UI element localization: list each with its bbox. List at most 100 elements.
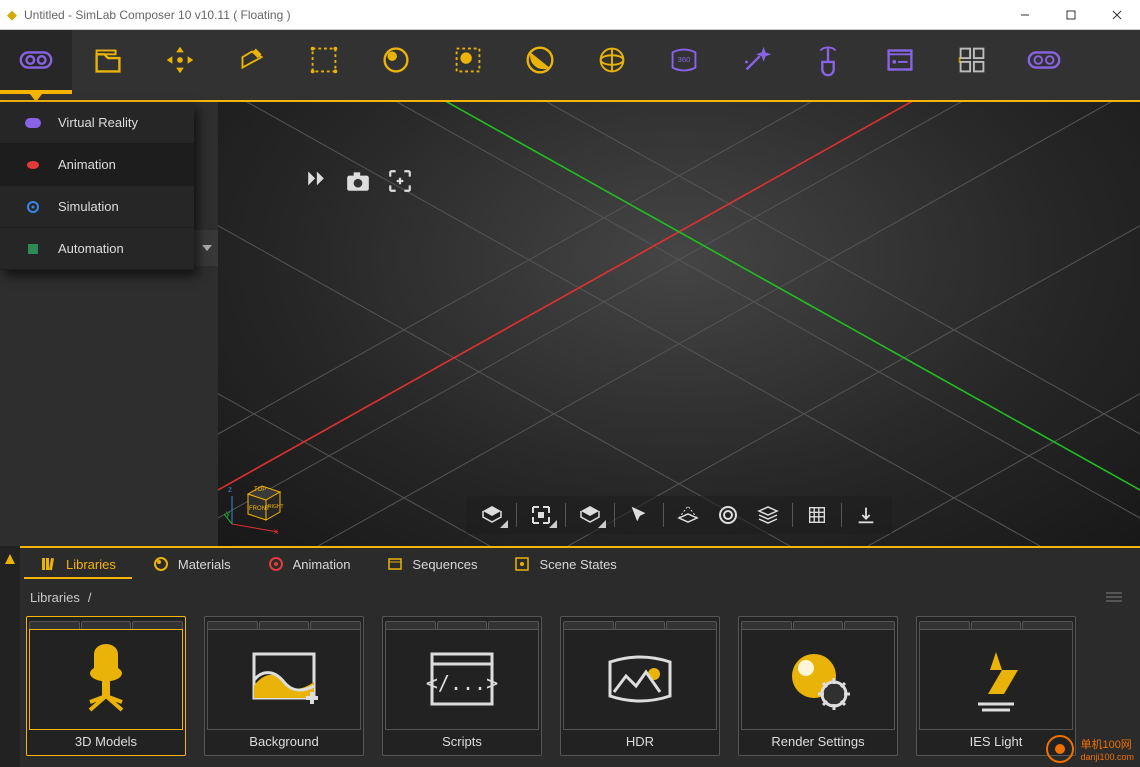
play-button[interactable] (302, 167, 330, 195)
mode-dropdown-indicator[interactable] (0, 90, 72, 102)
scenestates-icon (513, 555, 531, 573)
libraries-icon (40, 555, 58, 573)
tab-animation[interactable]: Animation (251, 551, 367, 579)
layers-button[interactable] (523, 500, 559, 530)
chair-icon (29, 629, 183, 730)
grid-toggle-button[interactable] (799, 500, 835, 530)
view-cube[interactable]: z y x TOP FRONT RIGHT (224, 468, 286, 538)
mode-menu: Virtual Reality Animation Simulation Aut… (0, 102, 194, 270)
mode-menu-label: Virtual Reality (58, 115, 138, 130)
viewport-bottom-tools (466, 496, 892, 534)
file-button[interactable] (72, 30, 144, 90)
tab-label: Scene States (539, 557, 616, 572)
mode-menu-item-simulation[interactable]: Simulation (0, 186, 194, 228)
svg-text:FRONT: FRONT (249, 506, 270, 512)
mode-menu-label: Animation (58, 157, 116, 172)
ground-button[interactable] (848, 500, 884, 530)
chip-icon (24, 240, 42, 258)
card-label: Background (205, 730, 363, 755)
image-icon (207, 629, 361, 730)
card-label: HDR (561, 730, 719, 755)
preview-button[interactable] (1008, 30, 1080, 90)
select-mode-button[interactable] (621, 500, 657, 530)
vr-icon (24, 114, 42, 132)
titlebar: ◆ Untitled - SimLab Composer 10 v10.11 (… (0, 0, 1140, 30)
watermark-line2: danji100.com (1080, 752, 1134, 762)
card-background[interactable]: Background (204, 616, 364, 756)
code-icon: </...> (385, 629, 539, 730)
library-cards: 3D Models Background </...> Scripts HDR (0, 612, 1140, 767)
mode-menu-item-automation[interactable]: Automation (0, 228, 194, 270)
catalog-button[interactable] (936, 30, 1008, 90)
breadcrumb-root: Libraries (30, 590, 80, 605)
light-icon (919, 629, 1073, 730)
sequences-icon (386, 555, 404, 573)
svg-text:360: 360 (678, 55, 691, 64)
card-render-settings[interactable]: Render Settings (738, 616, 898, 756)
record-icon (24, 156, 42, 174)
watermark-line1: 单机100网 (1080, 736, 1134, 752)
tab-libraries[interactable]: Libraries (24, 551, 132, 579)
select-button[interactable] (288, 30, 360, 90)
lens-button[interactable] (710, 500, 746, 530)
mode-vr-button[interactable] (0, 30, 72, 90)
gear-icon (24, 198, 42, 216)
environment-button[interactable] (576, 30, 648, 90)
svg-text:RIGHT: RIGHT (268, 504, 284, 510)
mode-menu-label: Simulation (58, 199, 119, 214)
svg-text:z: z (228, 485, 232, 494)
stack-button[interactable] (750, 500, 786, 530)
tab-label: Animation (293, 557, 351, 572)
mode-menu-item-vr[interactable]: Virtual Reality (0, 102, 194, 144)
panel-options-button[interactable] (1106, 592, 1122, 602)
focus-button[interactable] (386, 167, 414, 195)
left-panel: Virtual Reality Animation Simulation Aut… (0, 102, 218, 546)
window-title: Untitled - SimLab Composer 10 v10.11 ( F… (24, 8, 1002, 22)
svg-text:TOP: TOP (254, 487, 266, 493)
viewport-top-tools (302, 167, 414, 195)
watermark: 单机100网 danji100.com (1046, 735, 1134, 763)
card-hdr[interactable]: HDR (560, 616, 720, 756)
viewport-3d[interactable]: z y x TOP FRONT RIGHT (218, 102, 1140, 546)
tab-sequences[interactable]: Sequences (370, 551, 493, 579)
material-button[interactable] (360, 30, 432, 90)
animation-icon (267, 555, 285, 573)
close-button[interactable] (1094, 0, 1140, 30)
tab-label: Sequences (412, 557, 477, 572)
card-3d-models[interactable]: 3D Models (26, 616, 186, 756)
light-button[interactable] (432, 30, 504, 90)
sequence-button[interactable] (864, 30, 936, 90)
maximize-button[interactable] (1048, 0, 1094, 30)
tab-label: Materials (178, 557, 231, 572)
tab-materials[interactable]: Materials (136, 551, 247, 579)
card-label: Render Settings (739, 730, 897, 755)
breadcrumbs[interactable]: Libraries / (0, 582, 1140, 612)
bottom-tabs: Libraries Materials Animation Sequences … (0, 548, 1140, 582)
card-scripts[interactable]: </...> Scripts (382, 616, 542, 756)
camera-mode-button[interactable] (474, 500, 510, 530)
watermark-logo (1046, 735, 1074, 763)
texture-button[interactable] (504, 30, 576, 90)
materials-icon (152, 555, 170, 573)
card-label: 3D Models (27, 730, 185, 755)
plane-button[interactable] (670, 500, 706, 530)
panorama-button[interactable]: 360 (648, 30, 720, 90)
breadcrumb-sep: / (88, 590, 92, 605)
tab-label: Libraries (66, 557, 116, 572)
transform-button[interactable] (144, 30, 216, 90)
edit-button[interactable] (216, 30, 288, 90)
effects-button[interactable] (720, 30, 792, 90)
vertical-tab-strip[interactable] (0, 546, 20, 767)
main-toolbar: 360 (0, 30, 1140, 102)
minimize-button[interactable] (1002, 0, 1048, 30)
tab-scenestates[interactable]: Scene States (497, 551, 632, 579)
bottom-panel: Libraries Materials Animation Sequences … (0, 546, 1140, 767)
app-icon: ◆ (0, 7, 24, 23)
svg-text:</...>: </...> (426, 671, 498, 695)
shading-button[interactable] (572, 500, 608, 530)
interaction-button[interactable] (792, 30, 864, 90)
sphere-gear-icon (741, 629, 895, 730)
camera-button[interactable] (344, 167, 372, 195)
mode-menu-item-animation[interactable]: Animation (0, 144, 194, 186)
card-label: Scripts (383, 730, 541, 755)
